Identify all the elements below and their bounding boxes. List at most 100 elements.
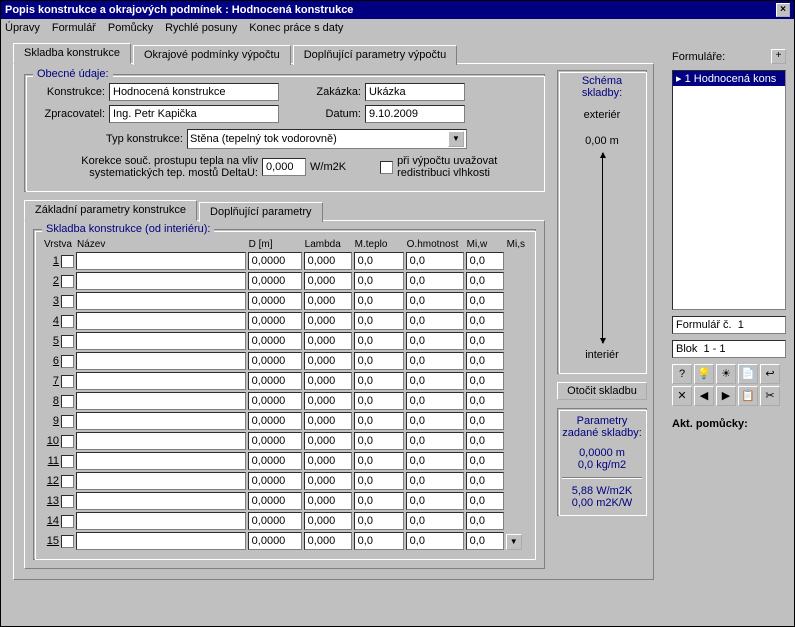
row-checkbox[interactable] xyxy=(61,455,74,468)
row-number[interactable]: 1 xyxy=(42,251,60,271)
cell-lambda[interactable] xyxy=(304,352,352,370)
cell-miw[interactable] xyxy=(466,332,504,350)
cell-miw[interactable] xyxy=(466,532,504,550)
cell-ohmotnost[interactable] xyxy=(406,352,464,370)
row-checkbox[interactable] xyxy=(61,355,74,368)
tool-button-7[interactable]: ▶ xyxy=(716,386,736,406)
inner-tab-zakladni[interactable]: Základní parametry konstrukce xyxy=(24,200,197,221)
cell-miw[interactable] xyxy=(466,312,504,330)
cell-ohmotnost[interactable] xyxy=(406,492,464,510)
tab-skladba[interactable]: Skladba konstrukce xyxy=(13,43,131,64)
row-number[interactable]: 11 xyxy=(42,451,60,471)
scroll-down-button[interactable]: ▼ xyxy=(506,534,522,550)
input-formular-c[interactable] xyxy=(672,316,786,334)
cell-miw[interactable] xyxy=(466,272,504,290)
formulare-list[interactable]: ▸ 1 Hodnocená kons xyxy=(672,70,786,310)
cell-nazev[interactable] xyxy=(76,372,246,390)
row-checkbox[interactable] xyxy=(61,535,74,548)
cell-lambda[interactable] xyxy=(304,372,352,390)
menu-pomucky[interactable]: Pomůcky xyxy=(108,22,153,34)
cell-nazev[interactable] xyxy=(76,332,246,350)
cell-mteplo[interactable] xyxy=(354,372,404,390)
tool-button-5[interactable]: ✕ xyxy=(672,386,692,406)
cell-ohmotnost[interactable] xyxy=(406,272,464,290)
cell-mteplo[interactable] xyxy=(354,532,404,550)
row-checkbox[interactable] xyxy=(61,315,74,328)
cell-miw[interactable] xyxy=(466,352,504,370)
row-checkbox[interactable] xyxy=(61,295,74,308)
row-number[interactable]: 4 xyxy=(42,311,60,331)
row-checkbox[interactable] xyxy=(61,335,74,348)
input-konstrukce[interactable] xyxy=(109,83,279,101)
input-korekce[interactable] xyxy=(262,158,306,176)
cell-mteplo[interactable] xyxy=(354,452,404,470)
checkbox-redistrib[interactable] xyxy=(380,161,393,174)
cell-lambda[interactable] xyxy=(304,312,352,330)
cell-ohmotnost[interactable] xyxy=(406,252,464,270)
row-number[interactable]: 5 xyxy=(42,331,60,351)
cell-lambda[interactable] xyxy=(304,252,352,270)
cell-mteplo[interactable] xyxy=(354,512,404,530)
cell-d[interactable] xyxy=(248,352,302,370)
cell-miw[interactable] xyxy=(466,252,504,270)
cell-ohmotnost[interactable] xyxy=(406,392,464,410)
cell-miw[interactable] xyxy=(466,432,504,450)
menu-upravy[interactable]: Úpravy xyxy=(5,22,40,34)
cell-mteplo[interactable] xyxy=(354,332,404,350)
menu-rychle-posuny[interactable]: Rychlé posuny xyxy=(165,22,237,34)
cell-miw[interactable] xyxy=(466,452,504,470)
cell-mteplo[interactable] xyxy=(354,352,404,370)
tab-okrajove[interactable]: Okrajové podmínky výpočtu xyxy=(133,45,291,65)
tool-button-9[interactable]: ✂ xyxy=(760,386,780,406)
cell-ohmotnost[interactable] xyxy=(406,312,464,330)
cell-nazev[interactable] xyxy=(76,312,246,330)
cell-miw[interactable] xyxy=(466,372,504,390)
row-number[interactable]: 13 xyxy=(42,491,60,511)
row-checkbox[interactable] xyxy=(61,255,74,268)
cell-lambda[interactable] xyxy=(304,492,352,510)
row-number[interactable]: 15 xyxy=(42,531,60,551)
cell-lambda[interactable] xyxy=(304,272,352,290)
cell-d[interactable] xyxy=(248,372,302,390)
cell-mteplo[interactable] xyxy=(354,252,404,270)
cell-mteplo[interactable] xyxy=(354,492,404,510)
cell-d[interactable] xyxy=(248,392,302,410)
menu-formular[interactable]: Formulář xyxy=(52,22,96,34)
cell-lambda[interactable] xyxy=(304,512,352,530)
cell-ohmotnost[interactable] xyxy=(406,372,464,390)
cell-d[interactable] xyxy=(248,252,302,270)
cell-d[interactable] xyxy=(248,532,302,550)
row-number[interactable]: 6 xyxy=(42,351,60,371)
cell-lambda[interactable] xyxy=(304,452,352,470)
cell-mteplo[interactable] xyxy=(354,312,404,330)
row-number[interactable]: 10 xyxy=(42,431,60,451)
cell-miw[interactable] xyxy=(466,392,504,410)
cell-miw[interactable] xyxy=(466,492,504,510)
cell-ohmotnost[interactable] xyxy=(406,412,464,430)
row-checkbox[interactable] xyxy=(61,275,74,288)
cell-d[interactable] xyxy=(248,292,302,310)
row-number[interactable]: 2 xyxy=(42,271,60,291)
cell-ohmotnost[interactable] xyxy=(406,472,464,490)
cell-ohmotnost[interactable] xyxy=(406,512,464,530)
cell-d[interactable] xyxy=(248,312,302,330)
cell-nazev[interactable] xyxy=(76,252,246,270)
cell-mteplo[interactable] xyxy=(354,472,404,490)
tool-button-6[interactable]: ◀ xyxy=(694,386,714,406)
cell-d[interactable] xyxy=(248,332,302,350)
dropdown-icon[interactable]: ▼ xyxy=(448,131,464,147)
cell-d[interactable] xyxy=(248,412,302,430)
cell-lambda[interactable] xyxy=(304,412,352,430)
cell-miw[interactable] xyxy=(466,292,504,310)
cell-d[interactable] xyxy=(248,272,302,290)
cell-miw[interactable] xyxy=(466,412,504,430)
cell-lambda[interactable] xyxy=(304,292,352,310)
row-checkbox[interactable] xyxy=(61,415,74,428)
row-number[interactable]: 9 xyxy=(42,411,60,431)
cell-nazev[interactable] xyxy=(76,272,246,290)
row-number[interactable]: 12 xyxy=(42,471,60,491)
row-checkbox[interactable] xyxy=(61,395,74,408)
cell-nazev[interactable] xyxy=(76,392,246,410)
row-number[interactable]: 3 xyxy=(42,291,60,311)
input-datum[interactable] xyxy=(365,105,465,123)
